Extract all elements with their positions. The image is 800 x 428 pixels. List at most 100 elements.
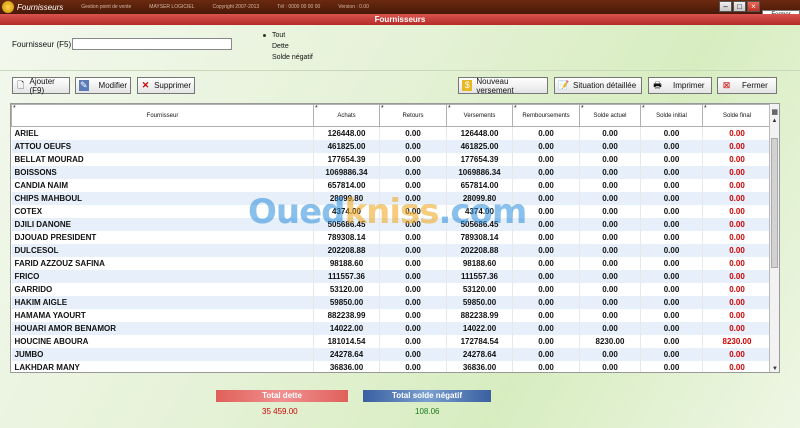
table-cell: 0.00 bbox=[512, 243, 580, 257]
table-cell: 882238.99 bbox=[313, 308, 380, 322]
scroll-up-icon[interactable]: ▲ bbox=[770, 116, 779, 126]
table-cell: 461825.00 bbox=[446, 139, 513, 153]
table-cell: 0.00 bbox=[640, 269, 703, 283]
table-cell: 0.00 bbox=[512, 282, 580, 296]
edit-button[interactable]: ✎ Modifier bbox=[75, 77, 131, 94]
table-cell: 0.00 bbox=[640, 347, 703, 361]
table-row[interactable]: ATTOU OEUFS 461825.00 0.00 461825.00 0.00 0.0… bbox=[11, 139, 772, 153]
suppliers-table: * Fournisseur * Achats * Retours * Versements * R… bbox=[10, 103, 780, 373]
money-icon: $ bbox=[462, 80, 473, 91]
table-cell: 0.00 bbox=[379, 347, 447, 361]
table-row[interactable]: HAMAMA YAOURT 882238.99 0.00 882238.99 0.00 0… bbox=[11, 308, 772, 322]
table-row[interactable]: BELLAT MOURAD 177654.39 0.00 177654.39 0.00 0… bbox=[11, 152, 772, 166]
column-header[interactable]: * Solde final bbox=[702, 104, 772, 127]
table-cell: 1069886.34 bbox=[446, 165, 513, 179]
table-row[interactable]: FARID AZZOUZ SAFINA 98188.60 0.00 98188.60 0… bbox=[11, 256, 772, 270]
close-icon: ⊠ bbox=[722, 80, 731, 90]
column-header-label: Retours bbox=[402, 112, 424, 119]
table-row[interactable]: CANDIA NAIM 657814.00 0.00 657814.00 0.00 0.0… bbox=[11, 178, 772, 192]
table-cell: 789308.14 bbox=[313, 230, 380, 244]
table-cell: 0.00 bbox=[379, 230, 447, 244]
table-cell: 0.00 bbox=[640, 334, 703, 348]
table-cell: 0.00 bbox=[512, 269, 580, 283]
table-cell: 0.00 bbox=[512, 256, 580, 270]
scroll-down-icon[interactable]: ▼ bbox=[770, 364, 779, 372]
table-row[interactable]: HAKIM AIGLE 59850.00 0.00 59850.00 0.00 0.00 0… bbox=[11, 295, 772, 309]
column-header[interactable]: * Solde actuel bbox=[579, 104, 641, 127]
table-cell: 657814.00 bbox=[313, 178, 380, 192]
table-header: * Fournisseur * Achats * Retours * Versements * R… bbox=[11, 104, 772, 127]
column-chooser-icon[interactable]: ▦ bbox=[771, 108, 778, 116]
delete-button[interactable]: ✕ Supprimer bbox=[137, 77, 195, 94]
column-header[interactable]: * Fournisseur bbox=[11, 104, 314, 127]
table-cell: 4374.00 bbox=[446, 204, 513, 218]
sort-marker-icon: * bbox=[581, 105, 584, 112]
table-cell: 0.00 bbox=[579, 295, 641, 309]
table-cell: 0.00 bbox=[379, 191, 447, 205]
table-cell: 53120.00 bbox=[313, 282, 380, 296]
scroll-thumb[interactable] bbox=[771, 138, 778, 268]
table-row[interactable]: FRICO 111557.36 0.00 111557.36 0.00 0.00 0.00 0… bbox=[11, 269, 772, 283]
table-row[interactable]: CHIPS MAHBOUL 28099.80 0.00 28099.80 0.00 0.0… bbox=[11, 191, 772, 205]
table-cell: 0.00 bbox=[379, 165, 447, 179]
table-cell: 882238.99 bbox=[446, 308, 513, 322]
table-row[interactable]: ARIEL 126448.00 0.00 126448.00 0.00 0.00 0.00 0… bbox=[11, 126, 772, 140]
table-row[interactable]: HOUARI AMOR BENAMOR 14022.00 0.00 14022.00 0… bbox=[11, 321, 772, 335]
table-row[interactable]: DJOUAD PRESIDENT 789308.14 0.00 789308.14 0.… bbox=[11, 230, 772, 244]
table-cell: 0.00 bbox=[702, 204, 772, 218]
table-cell: 202208.88 bbox=[313, 243, 380, 257]
table-row[interactable]: LAKHDAR MANY 36836.00 0.00 36836.00 0.00 0.00… bbox=[11, 360, 772, 372]
radio-solde-negatif[interactable]: Solde négatif bbox=[262, 52, 313, 63]
table-row[interactable]: DJILI DANONE 505686.45 0.00 505686.45 0.00 0.… bbox=[11, 217, 772, 231]
table-cell: 657814.00 bbox=[446, 178, 513, 192]
table-cell: 8230.00 bbox=[702, 334, 772, 348]
total-dette-label: Total dette bbox=[216, 390, 348, 402]
table-cell: 0.00 bbox=[379, 321, 447, 335]
table-cell: 14022.00 bbox=[313, 321, 380, 335]
table-cell: 0.00 bbox=[640, 217, 703, 231]
table-row[interactable]: GARRIDO 53120.00 0.00 53120.00 0.00 0.00 0.00 0… bbox=[11, 282, 772, 296]
table-cell: 0.00 bbox=[379, 204, 447, 218]
table-row[interactable]: HOUCINE ABOURA 181014.54 0.00 172784.54 0.00… bbox=[11, 334, 772, 348]
vertical-scrollbar[interactable]: ▲ ▼ bbox=[769, 104, 779, 372]
table-cell: 0.00 bbox=[702, 243, 772, 257]
table-row[interactable]: JUMBO 24278.64 0.00 24278.64 0.00 0.00 0.00 0.0… bbox=[11, 347, 772, 361]
close-window-button[interactable]: × bbox=[747, 1, 760, 12]
supplier-search-input[interactable] bbox=[72, 38, 232, 50]
table-cell: 0.00 bbox=[702, 152, 772, 166]
column-header[interactable]: * Solde initial bbox=[640, 104, 703, 127]
table-cell: 0.00 bbox=[512, 126, 580, 140]
radio-tout[interactable]: Tout bbox=[262, 30, 313, 41]
table-cell: 0.00 bbox=[702, 191, 772, 205]
column-header-label: Achats bbox=[337, 112, 356, 119]
table-cell: 14022.00 bbox=[446, 321, 513, 335]
table-row[interactable]: BOISSONS 1069886.34 0.00 1069886.34 0.00 0.00… bbox=[11, 165, 772, 179]
column-header[interactable]: * Retours bbox=[379, 104, 447, 127]
total-solde-negatif-value: 108.06 bbox=[415, 407, 440, 416]
table-cell: 98188.60 bbox=[446, 256, 513, 270]
table-cell: 0.00 bbox=[379, 334, 447, 348]
column-header[interactable]: * Versements bbox=[446, 104, 513, 127]
table-cell: 172784.54 bbox=[446, 334, 513, 348]
table-cell: 789308.14 bbox=[446, 230, 513, 244]
print-button[interactable]: 🖶 Imprimer bbox=[648, 77, 712, 94]
table-cell: 0.00 bbox=[579, 282, 641, 296]
detailed-situation-button[interactable]: 📝 Situation détaillée bbox=[554, 77, 642, 94]
minimize-button[interactable]: – bbox=[719, 1, 732, 12]
table-row[interactable]: COTEX 4374.00 0.00 4374.00 0.00 0.00 0.00 0.00 bbox=[11, 204, 772, 218]
table-cell: 126448.00 bbox=[446, 126, 513, 140]
supplier-filter-label: Fournisseur (F5) bbox=[12, 40, 72, 49]
close-button[interactable]: ⊠ Fermer bbox=[717, 77, 777, 94]
column-header[interactable]: * Remboursements bbox=[512, 104, 580, 127]
column-header[interactable]: * Achats bbox=[313, 104, 380, 127]
table-row[interactable]: DULCESOL 202208.88 0.00 202208.88 0.00 0.00 0.… bbox=[11, 243, 772, 257]
add-button[interactable]: 🗋 Ajouter (F9) bbox=[12, 77, 70, 95]
title-bar: Fournisseurs Gestion point de vente MAYS… bbox=[0, 0, 800, 14]
table-cell: 505686.45 bbox=[446, 217, 513, 231]
new-payment-button[interactable]: $ Nouveau versement bbox=[458, 77, 548, 95]
table-cell: 0.00 bbox=[512, 204, 580, 218]
table-cell: 0.00 bbox=[702, 217, 772, 231]
separator bbox=[0, 70, 800, 71]
maximize-button[interactable]: □ bbox=[733, 1, 746, 12]
radio-dette[interactable]: Dette bbox=[262, 41, 313, 52]
